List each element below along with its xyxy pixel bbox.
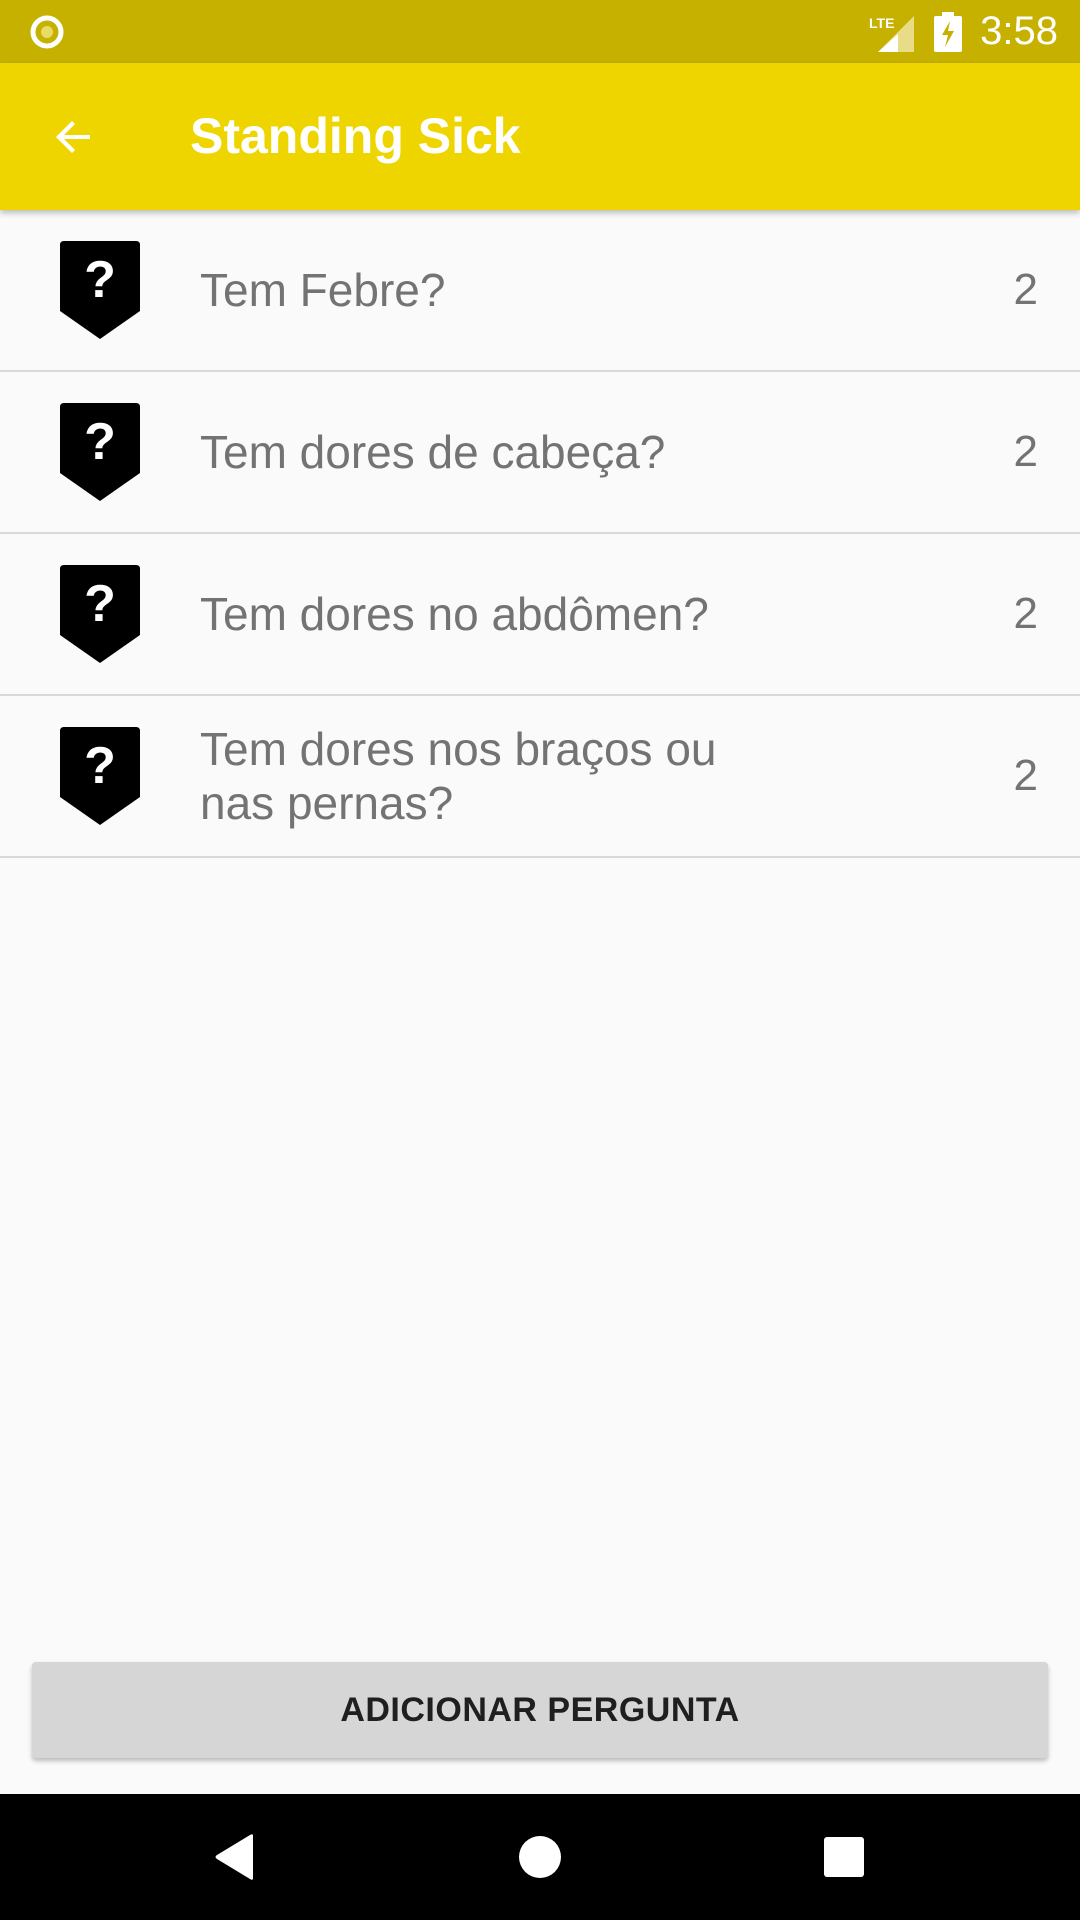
recents-square-icon xyxy=(824,1837,864,1877)
question-text: Tem Febre? xyxy=(200,264,446,316)
network-label: LTE xyxy=(869,15,894,31)
question-count: 2 xyxy=(1013,265,1038,314)
arrow-left-icon xyxy=(56,121,90,153)
home-circle-icon xyxy=(519,1836,561,1878)
status-bar: LTE 3:58 xyxy=(0,0,1080,63)
back-button[interactable] xyxy=(36,99,112,175)
notification-circle-icon xyxy=(30,15,64,49)
list-item[interactable]: ? Tem dores no abdômen? 2 xyxy=(0,534,1080,696)
question-count: 2 xyxy=(1013,427,1038,476)
question-text: Tem dores no abdômen? xyxy=(200,588,709,640)
list-item[interactable]: ? Tem dores nos braços ou nas pernas? 2 xyxy=(0,696,1080,858)
svg-text:?: ? xyxy=(84,413,116,471)
question-count: 2 xyxy=(1013,589,1038,638)
list-item[interactable]: ? Tem dores de cabeça? 2 xyxy=(0,372,1080,534)
question-text: Tem dores de cabeça? xyxy=(200,426,666,478)
svg-text:?: ? xyxy=(84,251,116,309)
question-badge-icon: ? xyxy=(60,403,140,501)
list-item[interactable]: ? Tem Febre? 2 xyxy=(0,210,1080,372)
status-right-group: LTE 3:58 xyxy=(868,0,1058,63)
question-badge-icon: ? xyxy=(60,727,140,825)
svg-text:?: ? xyxy=(84,737,116,795)
add-question-button[interactable]: ADICIONAR PERGUNTA xyxy=(32,1662,1048,1758)
status-time: 3:58 xyxy=(980,9,1058,53)
question-count: 2 xyxy=(1013,751,1038,800)
app-bar: Standing Sick xyxy=(0,63,1080,210)
svg-text:?: ? xyxy=(84,575,116,633)
lte-signal-icon: LTE xyxy=(869,15,915,52)
question-badge-icon: ? xyxy=(60,241,140,339)
nav-back-button[interactable] xyxy=(175,1794,295,1920)
nav-home-button[interactable] xyxy=(480,1794,600,1920)
battery-charging-icon xyxy=(934,11,963,52)
screen: LTE 3:58 Standing Sick ? Tem Febre? 2 ? … xyxy=(0,0,1080,1920)
navigation-bar xyxy=(0,1794,1080,1920)
question-text: Tem dores nos braços ou nas pernas? xyxy=(200,723,717,829)
back-triangle-icon xyxy=(215,1834,253,1880)
question-list: ? Tem Febre? 2 ? Tem dores de cabeça? 2 … xyxy=(0,210,1080,858)
question-badge-icon: ? xyxy=(60,565,140,663)
page-title: Standing Sick xyxy=(190,108,521,164)
nav-recents-button[interactable] xyxy=(784,1794,904,1920)
